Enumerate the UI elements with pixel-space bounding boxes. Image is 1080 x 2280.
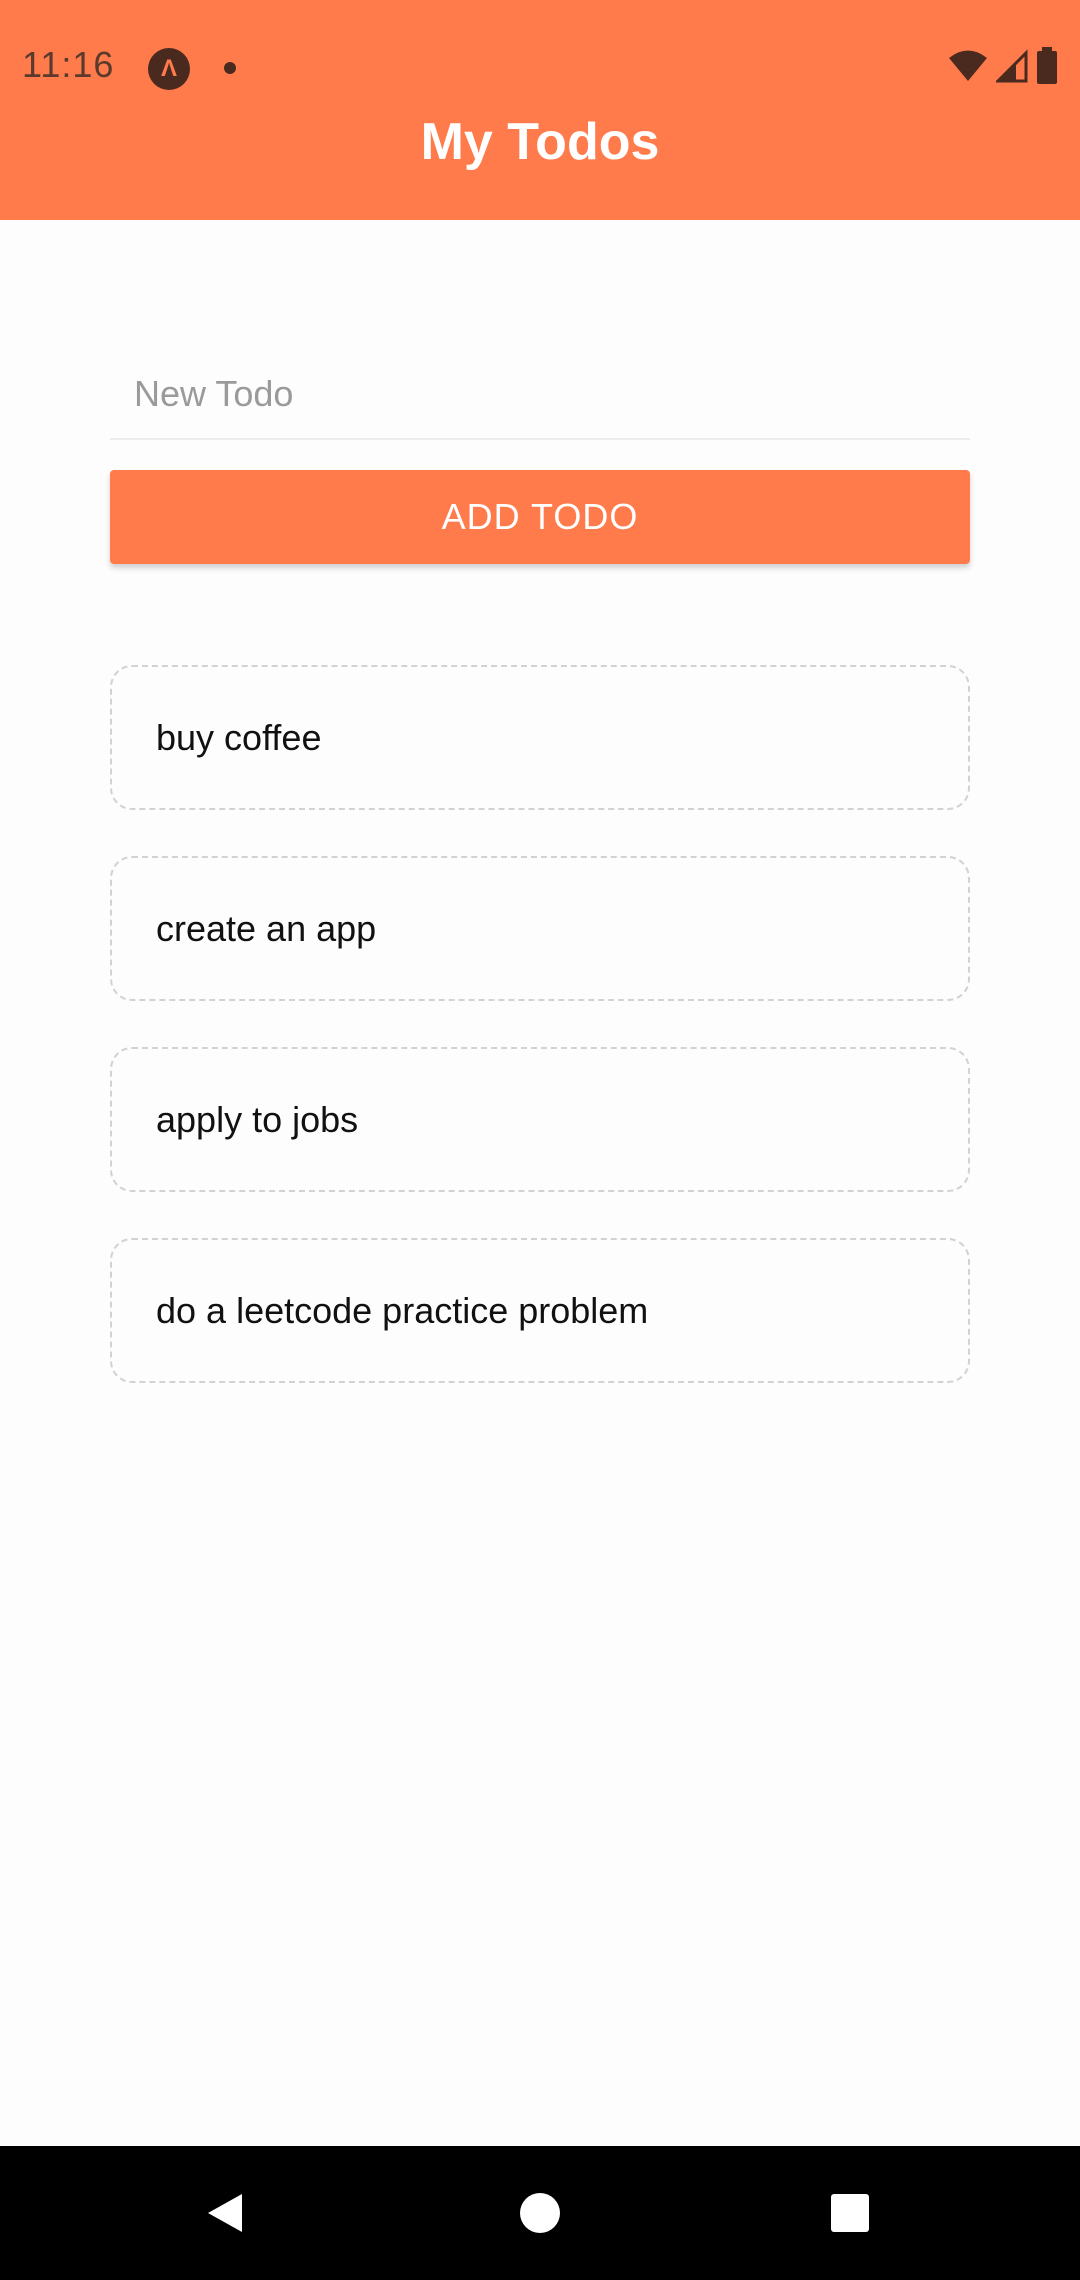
app-screen: 11:16 Λ My Todos New Todo ADD TODO buy c…	[0, 0, 1080, 2280]
back-icon[interactable]	[190, 2178, 260, 2248]
notification-dot-icon	[224, 62, 236, 74]
battery-icon	[1036, 46, 1058, 90]
status-icons	[948, 46, 1058, 90]
navigation-bar	[0, 2146, 1080, 2280]
recents-icon[interactable]	[815, 2178, 885, 2248]
todo-item[interactable]: create an app	[110, 856, 970, 1001]
wifi-icon	[948, 49, 988, 88]
todo-item[interactable]: buy coffee	[110, 665, 970, 810]
app-notification-icon: Λ	[148, 48, 190, 90]
todo-list: buy coffee create an app apply to jobs d…	[110, 665, 970, 1429]
app-header: 11:16 Λ My Todos	[0, 0, 1080, 220]
page-title: My Todos	[420, 113, 660, 171]
add-todo-button[interactable]: ADD TODO	[110, 470, 970, 564]
cell-signal-icon	[994, 48, 1028, 88]
todo-item[interactable]: do a leetcode practice problem	[110, 1238, 970, 1383]
home-icon[interactable]	[505, 2178, 575, 2248]
new-todo-input[interactable]	[110, 350, 970, 440]
todo-item[interactable]: apply to jobs	[110, 1047, 970, 1192]
status-time: 11:16	[22, 44, 115, 85]
